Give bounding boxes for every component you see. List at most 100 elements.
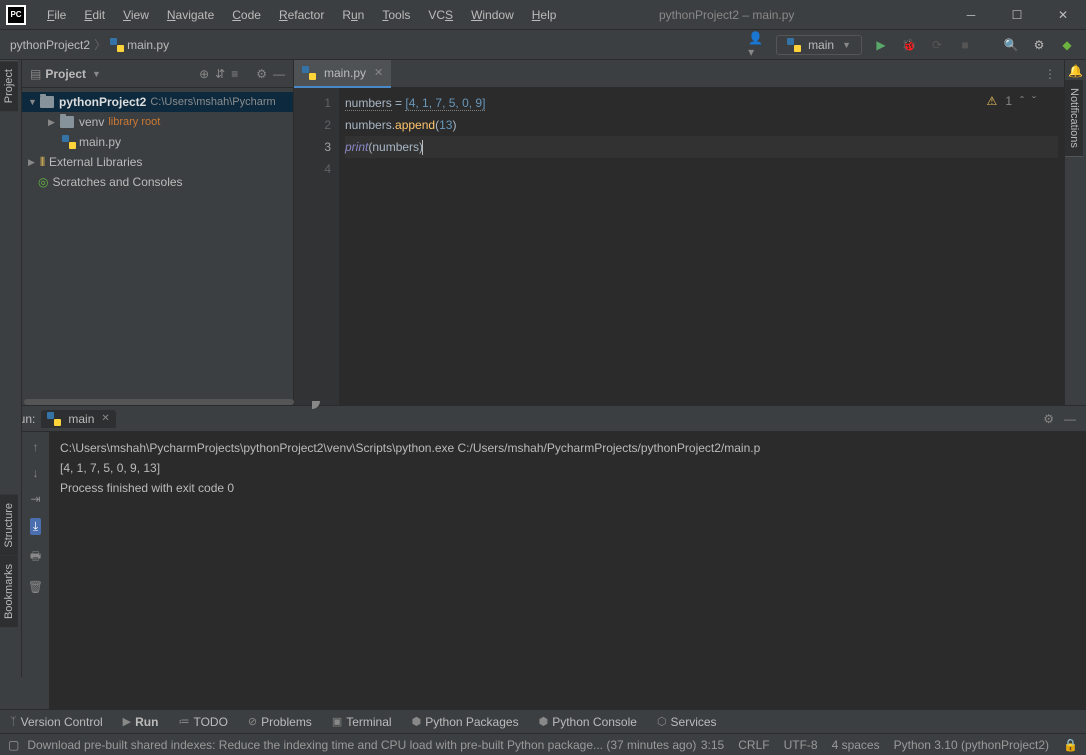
tree-arrow-icon[interactable]: ▶	[48, 117, 58, 128]
chevron-down-icon: ▼	[842, 40, 851, 50]
line-gutter[interactable]: 1 2 3 4	[294, 88, 339, 405]
inspection-widget[interactable]: ⚠ 1 ˆ ˇ	[987, 94, 1036, 108]
run-tab-main[interactable]: main ✕	[41, 410, 115, 428]
bottom-tool-tabs: ᛉVersion Control ▶Run ≔TODO ⊘Problems ▣T…	[0, 709, 1086, 733]
run-config-selector[interactable]: main ▼	[776, 35, 862, 55]
status-message[interactable]: Download pre-built shared indexes: Reduc…	[27, 738, 701, 752]
scroll-end-icon[interactable]: ⤓	[30, 518, 41, 535]
panel-settings-icon[interactable]: ⚙	[256, 67, 267, 81]
caret-position[interactable]: 3:15	[701, 738, 724, 752]
editor-tab-main[interactable]: main.py ✕	[294, 60, 391, 88]
ext-lib-label: External Libraries	[49, 155, 142, 169]
search-icon[interactable]: 🔍	[1002, 36, 1020, 54]
collapse-all-icon[interactable]: ≡	[231, 67, 238, 81]
print-icon[interactable]: 🖶	[30, 547, 41, 568]
tree-arrow-icon[interactable]: ▼	[28, 97, 38, 107]
console-output[interactable]: C:\Users\mshah\PycharmProjects\pythonPro…	[50, 432, 1086, 709]
tree-arrow-icon[interactable]: ▶	[28, 157, 38, 168]
right-tool-gutter: 🔔 Notifications	[1064, 60, 1086, 405]
notifications-indicator-icon[interactable]: 🔔	[1065, 60, 1086, 80]
run-header: Run: main ✕ ⚙ —	[0, 406, 1086, 432]
project-root-path: C:\Users\mshah\Pycharm	[150, 96, 275, 108]
close-tab-icon[interactable]: ✕	[101, 413, 109, 424]
up-icon[interactable]: ↑	[33, 440, 39, 454]
menu-navigate[interactable]: Navigate	[158, 4, 223, 26]
file-name: main.py	[79, 135, 121, 149]
venv-hint: library root	[108, 116, 160, 128]
scratches-label: Scratches and Consoles	[52, 175, 182, 189]
next-ann-icon[interactable]: ˇ	[1032, 94, 1036, 108]
trash-icon[interactable]: 🗑	[28, 580, 43, 594]
tree-project-root[interactable]: ▼ pythonProject2 C:\Users\mshah\Pycharm	[22, 92, 293, 112]
tree-main-file[interactable]: main.py	[22, 132, 293, 152]
warning-count: 1	[1005, 94, 1012, 108]
editor-body[interactable]: 1 2 3 4 numbers = [4, 1, 7, 5, 0, 9] num…	[294, 88, 1064, 405]
coverage-button[interactable]: ⟳	[928, 36, 946, 54]
crumb-file[interactable]: main.py	[127, 38, 169, 52]
select-opened-icon[interactable]: ⊕	[199, 67, 209, 81]
run-settings-icon[interactable]: ⚙	[1043, 412, 1054, 426]
notifications-tool-button[interactable]: Notifications	[1065, 80, 1083, 157]
expand-all-icon[interactable]: ⇵	[215, 67, 225, 81]
menu-vcs[interactable]: VCS	[419, 4, 462, 26]
text-cursor	[422, 140, 423, 155]
prev-ann-icon[interactable]: ˆ	[1020, 94, 1024, 108]
project-tree[interactable]: ▼ pythonProject2 C:\Users\mshah\Pycharm …	[22, 88, 293, 196]
menu-run[interactable]: Run	[333, 4, 373, 26]
ide-brand-icon[interactable]: ◆	[1058, 36, 1076, 54]
project-panel-title[interactable]: Project	[45, 67, 86, 81]
line-separator[interactable]: CRLF	[738, 738, 769, 752]
python-icon	[47, 412, 61, 426]
close-tab-icon[interactable]: ✕	[374, 66, 383, 79]
console-line: C:\Users\mshah\PycharmProjects\pythonPro…	[60, 438, 1076, 458]
project-tool-button[interactable]: Project	[0, 60, 18, 111]
python-file-icon	[302, 66, 316, 80]
left-tool-gutter: Project	[0, 60, 22, 405]
editor-more-icon[interactable]: ⋮	[1044, 67, 1064, 81]
user-icon[interactable]: 👤▾	[748, 36, 766, 54]
nav-bar: pythonProject2 〉 main.py 👤▾ main ▼ ▶ 🐞 ⟳…	[0, 30, 1086, 60]
run-button[interactable]: ▶	[872, 36, 890, 54]
lock-icon[interactable]: 🔒	[1063, 738, 1078, 752]
menu-file[interactable]: File	[38, 4, 75, 26]
menu-refactor[interactable]: Refactor	[270, 4, 333, 26]
chevron-down-icon[interactable]: ▼	[92, 69, 101, 79]
folder-icon	[40, 96, 54, 108]
python-file-icon	[62, 135, 76, 149]
code-area[interactable]: numbers = [4, 1, 7, 5, 0, 9] numbers.app…	[339, 88, 1064, 405]
indent-setting[interactable]: 4 spaces	[832, 738, 880, 752]
window-title: pythonProject2 – main.py	[505, 8, 948, 22]
stop-button[interactable]: ■	[956, 36, 974, 54]
tree-venv[interactable]: ▶ venv library root	[22, 112, 293, 132]
python-icon	[787, 38, 801, 52]
project-panel-header: ▤ Project ▼ ⊕ ⇵ ≡ ⚙ —	[22, 60, 293, 88]
bookmarks-tool-button[interactable]: Bookmarks	[0, 556, 18, 627]
console-line: [4, 1, 7, 5, 0, 9, 13]	[60, 458, 1076, 478]
tree-external-libs[interactable]: ▶ ⫴ External Libraries	[22, 152, 293, 172]
tree-scratches[interactable]: ◎ Scratches and Consoles	[22, 172, 293, 192]
menu-code[interactable]: Code	[223, 4, 270, 26]
menu-tools[interactable]: Tools	[373, 4, 419, 26]
down-icon[interactable]: ↓	[33, 466, 39, 480]
hide-panel-icon[interactable]: —	[273, 67, 285, 81]
close-button[interactable]: ✕	[1040, 0, 1086, 30]
editor-area: main.py ✕ ⋮ 1 2 3 4 numbers = [4, 1, 7, …	[294, 60, 1064, 405]
debug-button[interactable]: 🐞	[900, 36, 918, 54]
soft-wrap-icon[interactable]: ⇥	[30, 492, 40, 506]
menu-view[interactable]: View	[114, 4, 158, 26]
left-tool-gutter-lower: Structure Bookmarks	[0, 405, 22, 677]
crumb-project[interactable]: pythonProject2	[10, 38, 90, 52]
file-encoding[interactable]: UTF-8	[784, 738, 818, 752]
venv-name: venv	[79, 115, 104, 129]
python-interpreter[interactable]: Python 3.10 (pythonProject2)	[894, 738, 1049, 752]
settings-icon[interactable]: ⚙	[1030, 36, 1048, 54]
scratches-icon: ◎	[38, 175, 48, 189]
status-show-tools-icon[interactable]: ▢	[8, 738, 19, 752]
main-menu: File Edit View Navigate Code Refactor Ru…	[38, 4, 565, 26]
scrollbar[interactable]	[24, 399, 294, 405]
maximize-button[interactable]: ☐	[994, 0, 1040, 30]
minimize-button[interactable]: ─	[948, 0, 994, 30]
structure-tool-button[interactable]: Structure	[0, 495, 18, 556]
menu-edit[interactable]: Edit	[75, 4, 114, 26]
hide-run-icon[interactable]: —	[1064, 412, 1076, 426]
